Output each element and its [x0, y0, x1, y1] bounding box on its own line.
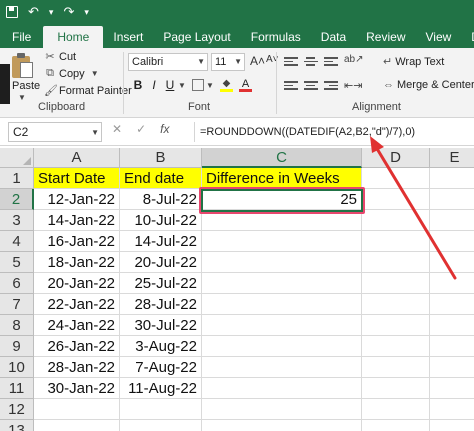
annotation-arrow: [370, 136, 457, 280]
arrow-line: [374, 145, 457, 280]
arrow-head: [370, 136, 384, 153]
excel-window: ↶ ▾ ↷ ▾ File Home Insert Page Layout For…: [0, 0, 474, 431]
